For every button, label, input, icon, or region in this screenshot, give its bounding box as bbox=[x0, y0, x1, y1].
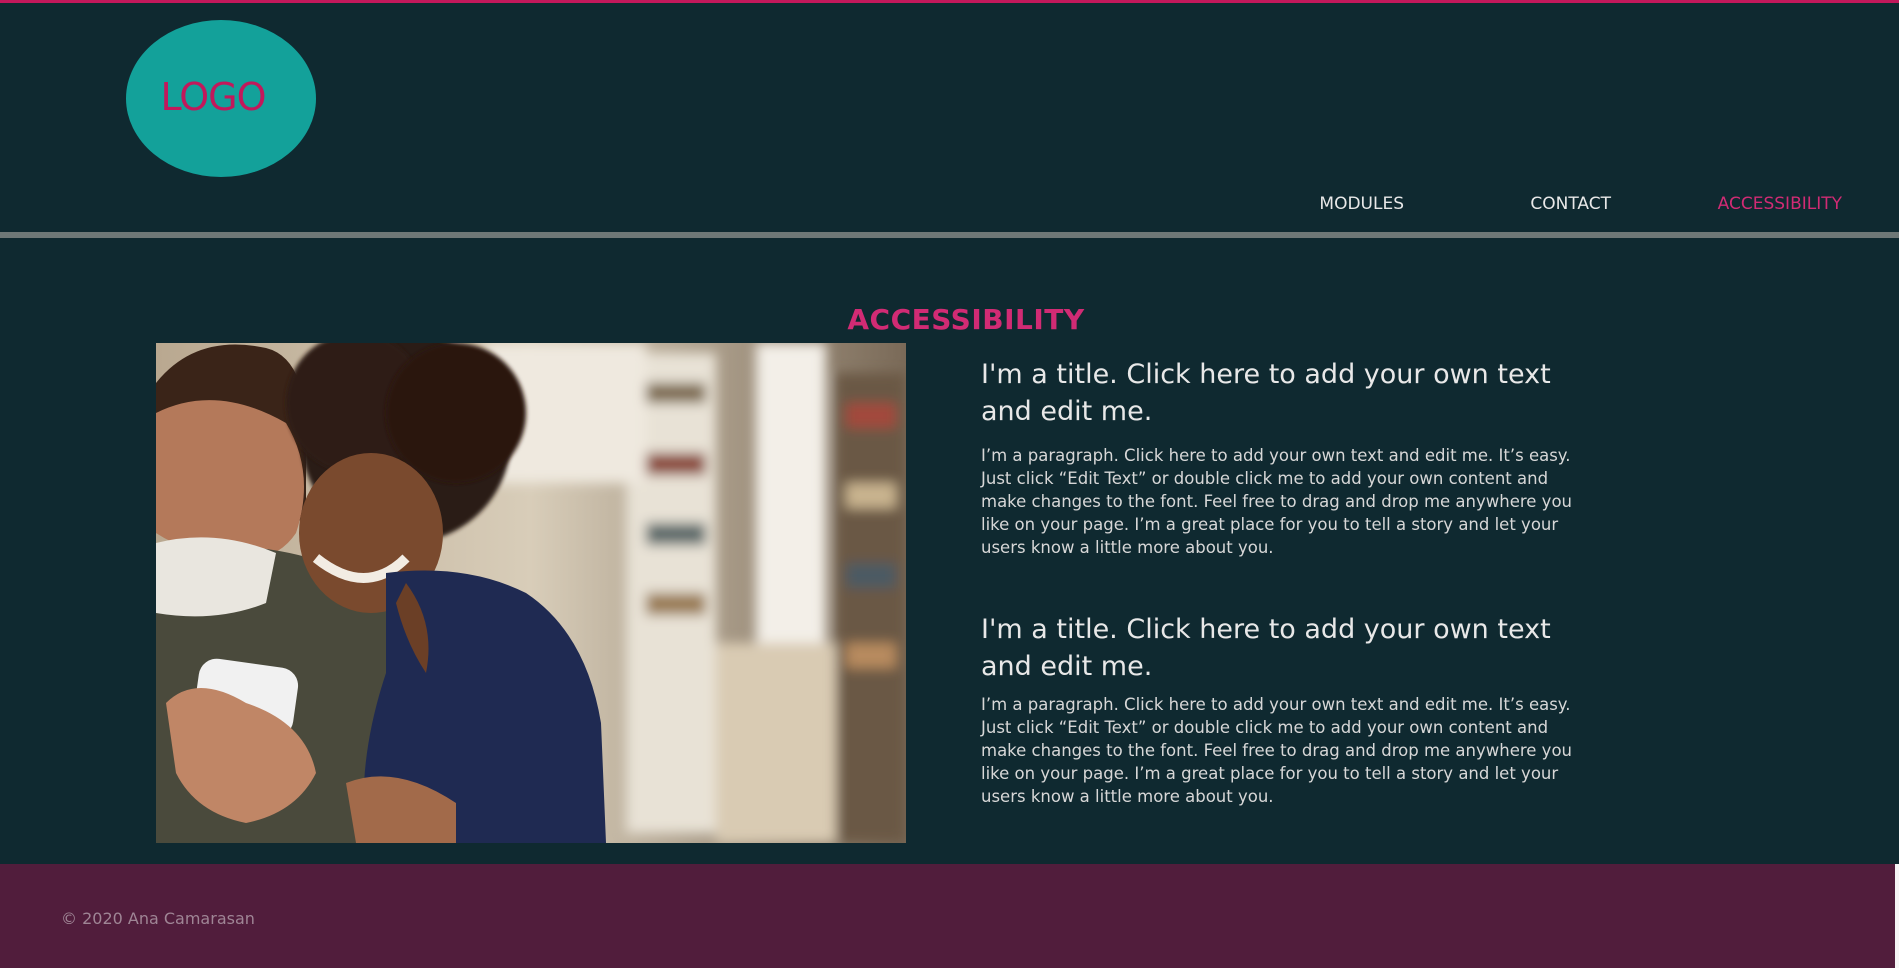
copyright-text: © 2020 Ana Camarasan bbox=[61, 909, 255, 928]
main-content: ACCESSIBILITY I'm a title. Click here to… bbox=[0, 238, 1899, 864]
page: LOGO MODULES CONTACT ACCESSIBILITY ACCES… bbox=[0, 0, 1899, 968]
block-title-1[interactable]: I'm a title. Click here to add your own … bbox=[981, 356, 1581, 430]
content-block-2: I'm a title. Click here to add your own … bbox=[981, 611, 1581, 808]
photo-couple-phone[interactable] bbox=[156, 343, 906, 843]
page-title: ACCESSIBILITY bbox=[847, 302, 1085, 336]
site-footer: © 2020 Ana Camarasan bbox=[0, 864, 1899, 968]
page-edge bbox=[1895, 864, 1899, 968]
content-block-1: I'm a title. Click here to add your own … bbox=[981, 356, 1581, 559]
nav-item-accessibility[interactable]: ACCESSIBILITY bbox=[1718, 194, 1842, 214]
logo[interactable]: LOGO bbox=[126, 20, 316, 177]
block-paragraph-1[interactable]: I’m a paragraph. Click here to add your … bbox=[981, 444, 1581, 559]
photo-illustration bbox=[156, 343, 906, 843]
text-column: I'm a title. Click here to add your own … bbox=[981, 356, 1581, 808]
nav-item-contact[interactable]: CONTACT bbox=[1530, 194, 1611, 214]
logo-text: LOGO bbox=[160, 74, 266, 119]
block-paragraph-2[interactable]: I’m a paragraph. Click here to add your … bbox=[981, 693, 1581, 808]
nav-item-modules[interactable]: MODULES bbox=[1319, 194, 1404, 214]
block-title-2[interactable]: I'm a title. Click here to add your own … bbox=[981, 611, 1581, 685]
site-header: LOGO MODULES CONTACT ACCESSIBILITY bbox=[0, 3, 1899, 235]
